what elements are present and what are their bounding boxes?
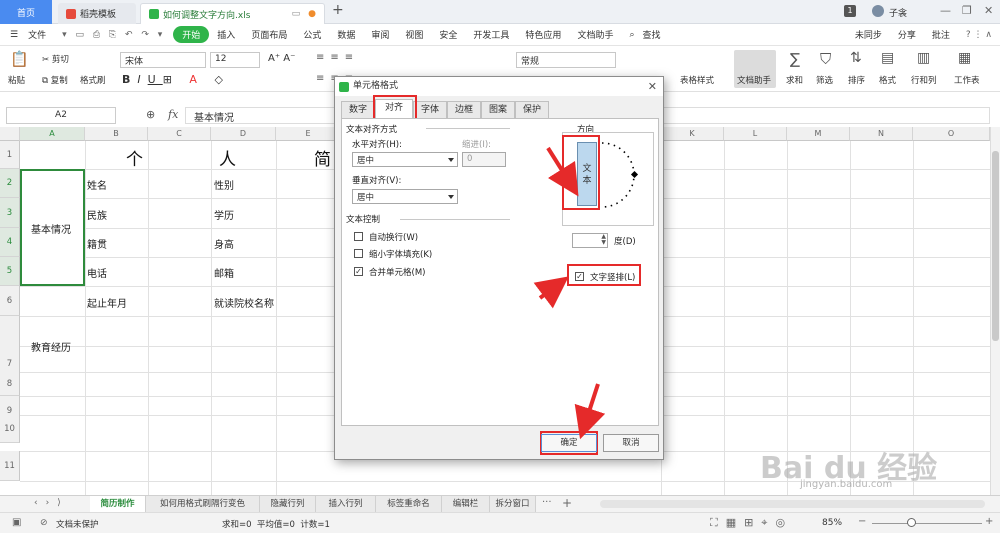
annotation-arrows — [533, 146, 606, 440]
arrow-to-ok-button — [574, 383, 606, 440]
arrow-to-vertical-stack — [533, 276, 569, 309]
arrow-to-vertical-text — [546, 146, 579, 197]
